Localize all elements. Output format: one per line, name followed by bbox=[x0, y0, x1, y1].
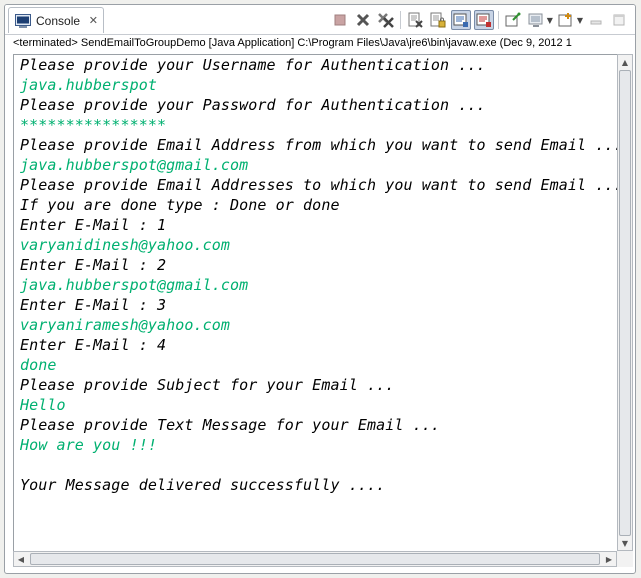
clear-console-button[interactable] bbox=[405, 10, 425, 30]
console-input-line: java.hubberspot@gmail.com bbox=[20, 276, 249, 294]
console-output-line: Enter E-Mail : 1 bbox=[20, 216, 167, 234]
console-toolbar: ▼ ▼ bbox=[327, 9, 629, 31]
pin-console-icon bbox=[505, 12, 521, 27]
console-input-line: java.hubberspot@gmail.com bbox=[20, 156, 249, 174]
terminate-button[interactable] bbox=[330, 10, 350, 30]
remove-launch-icon bbox=[356, 13, 369, 27]
scroll-down-arrow[interactable]: ▼ bbox=[618, 536, 632, 550]
pin-console-button[interactable] bbox=[503, 10, 523, 30]
display-selected-console-button[interactable] bbox=[526, 10, 546, 30]
toolbar-separator bbox=[497, 11, 499, 29]
scroll-right-arrow[interactable]: ▶ bbox=[602, 552, 616, 566]
console-output-line: Your Message delivered successfully .... bbox=[20, 476, 386, 494]
console-input-line: **************** bbox=[20, 116, 167, 134]
open-console-button[interactable] bbox=[556, 10, 576, 30]
console-output-line: Please provide your Password for Authent… bbox=[20, 96, 486, 114]
console-input-line: Hello bbox=[20, 396, 66, 414]
maximize-button[interactable] bbox=[609, 10, 629, 30]
view-tab-bar: Console ✕ ▼ ▼ bbox=[5, 5, 635, 35]
show-on-stderr-icon bbox=[476, 13, 491, 27]
toolbar-separator bbox=[399, 11, 401, 29]
console-input-line: done bbox=[20, 356, 57, 374]
console-output-line: Enter E-Mail : 4 bbox=[20, 336, 167, 354]
show-on-stderr-button[interactable] bbox=[473, 10, 494, 30]
horizontal-scroll-thumb[interactable] bbox=[30, 553, 600, 565]
console-output-line: Please provide Subject for your Email ..… bbox=[20, 376, 395, 394]
scroll-lock-button[interactable] bbox=[428, 10, 448, 30]
tab-console[interactable]: Console ✕ bbox=[8, 7, 104, 33]
clear-console-icon bbox=[408, 12, 423, 28]
process-status-label: <terminated> SendEmailToGroupDemo [Java … bbox=[13, 37, 572, 49]
remove-launch-button[interactable] bbox=[353, 10, 373, 30]
console-output-line: Enter E-Mail : 3 bbox=[20, 296, 167, 314]
minimize-button[interactable] bbox=[586, 10, 606, 30]
scrollbar-corner bbox=[617, 551, 633, 567]
scroll-lock-icon bbox=[430, 12, 446, 28]
console-icon bbox=[15, 13, 31, 28]
console-input-line: java.hubberspot bbox=[20, 76, 157, 94]
remove-all-terminated-button[interactable] bbox=[376, 10, 396, 30]
remove-all-terminated-icon bbox=[377, 13, 394, 28]
console-output-line: Please provide Email Addresses to which … bbox=[20, 176, 617, 194]
console-output[interactable]: Please provide your Username for Authent… bbox=[13, 54, 617, 551]
scroll-up-arrow[interactable]: ▲ bbox=[618, 55, 632, 69]
console-input-line: varyanidinesh@yahoo.com bbox=[20, 236, 231, 254]
console-input-line: varyaniramesh@yahoo.com bbox=[20, 316, 231, 334]
scroll-left-arrow[interactable]: ◀ bbox=[14, 552, 28, 566]
vertical-scroll-thumb[interactable] bbox=[619, 70, 631, 536]
open-console-icon bbox=[558, 13, 572, 27]
maximize-icon bbox=[613, 14, 625, 26]
minimize-icon bbox=[590, 20, 602, 25]
chevron-down-icon[interactable]: ▼ bbox=[547, 16, 553, 25]
console-view: Console ✕ ▼ ▼ <terminated> SendEmailToGr… bbox=[4, 4, 636, 574]
close-icon[interactable]: ✕ bbox=[89, 15, 98, 26]
console-input-line: How are you !!! bbox=[20, 436, 157, 454]
show-on-stdout-button[interactable] bbox=[450, 10, 471, 30]
console-output-line: Please provide your Username for Authent… bbox=[20, 56, 486, 74]
console-output-line: Please provide Text Message for your Ema… bbox=[20, 416, 441, 434]
console-output-line: Please provide Email Address from which … bbox=[20, 136, 617, 154]
console-output-line: Enter E-Mail : 2 bbox=[20, 256, 167, 274]
show-on-stdout-icon bbox=[453, 13, 468, 27]
chevron-down-icon[interactable]: ▼ bbox=[577, 16, 583, 25]
display-selected-console-icon bbox=[528, 13, 543, 27]
horizontal-scrollbar[interactable]: ◀ ▶ bbox=[13, 551, 617, 567]
console-output-line: If you are done type : Done or done bbox=[20, 196, 340, 214]
vertical-scrollbar[interactable]: ▲ ▼ bbox=[617, 54, 633, 551]
tab-label: Console bbox=[36, 13, 81, 28]
terminate-icon bbox=[334, 14, 346, 26]
